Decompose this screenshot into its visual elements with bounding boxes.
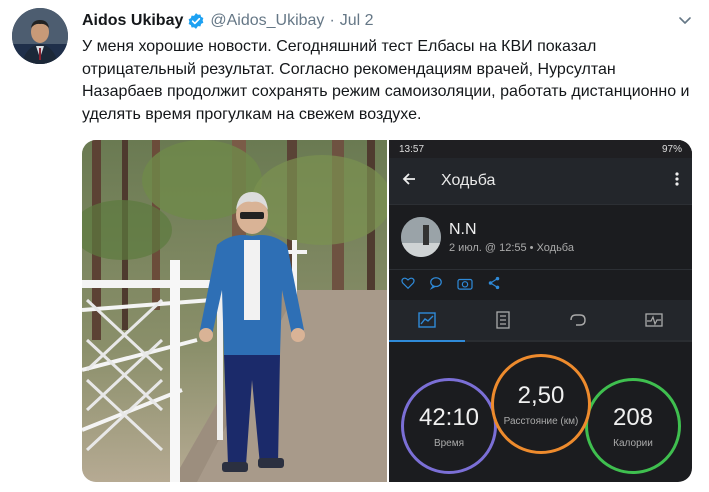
stat-time: 42:10 Время <box>401 378 497 474</box>
tweet-media[interactable]: 13:57 97% Ходьба N.N 2 июл. @ 12:55 • Хо… <box>82 140 692 482</box>
phone-statusbar: 13:57 97% <box>389 140 692 158</box>
heart-icon[interactable] <box>401 276 415 295</box>
activity-profile: N.N 2 июл. @ 12:55 • Ходьба <box>389 204 692 269</box>
verified-badge-icon <box>187 12 205 30</box>
photo-app-screenshot[interactable]: 13:57 97% Ходьба N.N 2 июл. @ 12:55 • Хо… <box>389 140 692 482</box>
back-arrow-icon[interactable] <box>401 171 419 192</box>
comment-icon[interactable] <box>429 276 443 295</box>
tweet-text: У меня хорошие новости. Сегодняшний тест… <box>82 38 690 123</box>
header-separator: · <box>329 12 335 29</box>
stat-value: 42:10 <box>418 403 480 431</box>
camera-icon[interactable] <box>457 276 473 295</box>
stat-distance: 2,50 Расстояние (км) <box>491 354 591 454</box>
activity-user-name: N.N <box>449 220 477 238</box>
stat-label: Время <box>433 437 465 449</box>
photo-walking[interactable] <box>82 140 387 482</box>
activity-stats: 42:10 Время 208 Калории 2,50 Расстояние … <box>389 350 692 482</box>
tweet-date[interactable]: Jul 2 <box>340 12 374 30</box>
activity-actions <box>389 269 692 300</box>
stat-value: 2,50 <box>517 381 565 409</box>
stat-label: Калории <box>613 437 653 449</box>
activity-meta: 2 июл. @ 12:55 • Ходьба <box>449 241 574 254</box>
author-name[interactable]: Aidos Ukibay <box>82 12 183 30</box>
profile-photo <box>401 217 441 257</box>
share-icon[interactable] <box>487 276 501 295</box>
tab-stats-icon[interactable] <box>407 308 447 332</box>
app-bar: Ходьба <box>389 158 692 204</box>
stat-label: Расстояние (км) <box>503 415 579 427</box>
app-title: Ходьба <box>441 172 496 189</box>
stat-value: 208 <box>612 403 654 431</box>
author-handle[interactable]: @Aidos_Ukibay <box>210 12 324 30</box>
activity-tabs <box>389 300 692 342</box>
tweet-header: Aidos Ukibay @Aidos_Ukibay · Jul 2 <box>82 10 697 32</box>
stat-calories: 208 Калории <box>585 378 681 474</box>
phone-status-time: 13:57 <box>399 143 425 155</box>
tab-notes-icon[interactable] <box>483 308 523 332</box>
phone-status-battery: 97% <box>661 143 682 155</box>
chevron-down-icon[interactable] <box>677 12 693 28</box>
more-vertical-icon[interactable] <box>674 171 680 192</box>
tab-route-icon[interactable] <box>558 308 598 332</box>
tab-graph-icon[interactable] <box>634 308 674 332</box>
tab-indicator <box>389 340 465 342</box>
avatar[interactable] <box>12 8 68 64</box>
